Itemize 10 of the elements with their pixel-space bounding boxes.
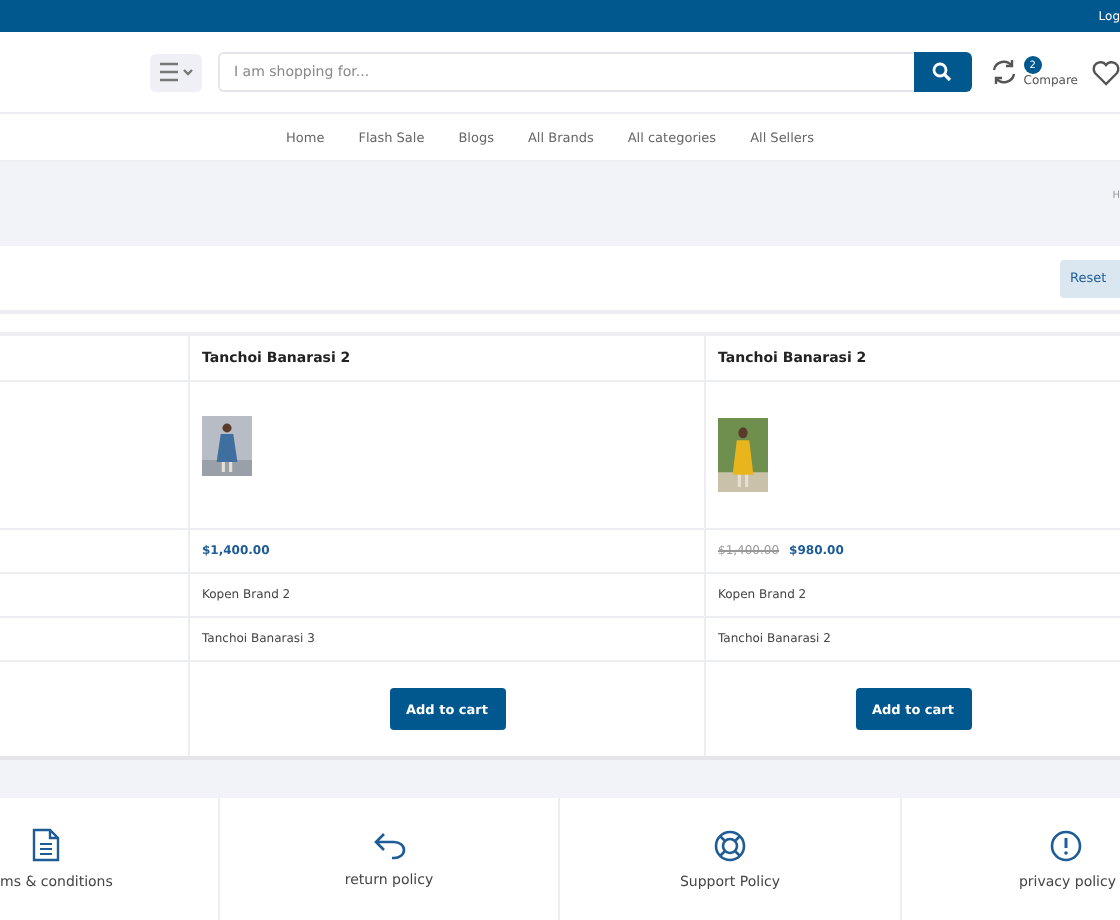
menu-icon: [157, 62, 194, 82]
heart-icon[interactable]: [1092, 59, 1120, 85]
exclamation-icon[interactable]: [1050, 829, 1082, 861]
return-arrow-icon[interactable]: [373, 831, 405, 859]
refresh-icon[interactable]: [989, 58, 1018, 86]
document-icon[interactable]: [32, 828, 60, 862]
lifebuoy-icon[interactable]: [714, 829, 746, 861]
menu-button[interactable]: [150, 53, 202, 91]
search-icon: [932, 62, 953, 82]
search-button[interactable]: [913, 52, 972, 92]
